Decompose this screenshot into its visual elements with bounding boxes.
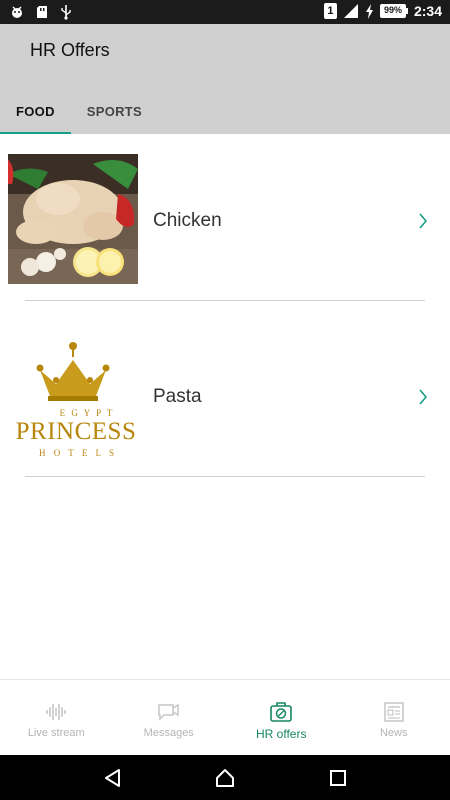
status-bar: 1 99% 2:34: [0, 0, 450, 24]
logo-text-princess: PRINCESS: [15, 418, 137, 445]
nav-label: Messages: [143, 727, 194, 739]
tab-sports[interactable]: SPORTS: [71, 88, 158, 134]
logo-text-egypt: E G Y P T: [59, 408, 115, 418]
list-item-pasta[interactable]: E G Y P T PRINCESS H O T E L S Pasta: [0, 310, 450, 486]
offers-list: Chicken E G Y P T PRINCESS H O T E L S P…: [0, 134, 450, 486]
sd-card-icon: [37, 6, 47, 18]
page-title: HR Offers: [30, 40, 110, 60]
usb-icon: [61, 5, 71, 20]
back-icon[interactable]: [102, 767, 124, 789]
bottom-navigation: Live stream Messages HR offers News: [0, 679, 450, 755]
divider: [25, 476, 425, 477]
chevron-right-icon[interactable]: [418, 388, 428, 406]
princess-hotels-logo: E G Y P T PRINCESS H O T E L S: [8, 340, 138, 460]
system-indicators: 1 99% 2:34: [323, 3, 442, 19]
notification-icons: [10, 4, 72, 20]
nav-news[interactable]: News: [338, 680, 450, 755]
app-bar: HR Offers FOOD SPORTS: [0, 24, 450, 134]
nav-hr-offers[interactable]: HR offers: [225, 680, 338, 755]
signal-icon: [343, 4, 358, 18]
hr-offers-icon: [270, 702, 293, 722]
system-nav-bar: [0, 755, 450, 800]
tab-bar: FOOD SPORTS: [0, 88, 158, 134]
chicken-photo: [8, 154, 138, 284]
offer-label: Chicken: [153, 210, 222, 231]
nav-messages[interactable]: Messages: [113, 680, 226, 755]
nav-label: HR offers: [256, 727, 307, 741]
tab-food[interactable]: FOOD: [0, 88, 71, 134]
home-icon[interactable]: [214, 767, 236, 789]
chevron-right-icon[interactable]: [418, 212, 428, 230]
battery-icon: 99%: [379, 4, 408, 18]
clock: 2:34: [413, 3, 442, 19]
nav-live-stream[interactable]: Live stream: [0, 680, 113, 755]
nav-label: Live stream: [27, 727, 85, 739]
offer-label: Pasta: [153, 386, 202, 407]
charging-icon: [365, 3, 373, 19]
news-icon: [384, 702, 404, 722]
live-stream-icon: [46, 704, 67, 720]
divider: [25, 300, 425, 301]
messages-icon: [158, 703, 179, 721]
nav-label: News: [379, 727, 408, 739]
recent-apps-icon[interactable]: [327, 767, 349, 789]
battery-level: 99%: [379, 4, 406, 18]
list-item-chicken[interactable]: Chicken: [0, 134, 450, 310]
sim-indicator: 1: [323, 3, 337, 19]
logo-text-hotels: H O T E L S: [38, 448, 118, 458]
android-debug-icon: [12, 6, 22, 18]
